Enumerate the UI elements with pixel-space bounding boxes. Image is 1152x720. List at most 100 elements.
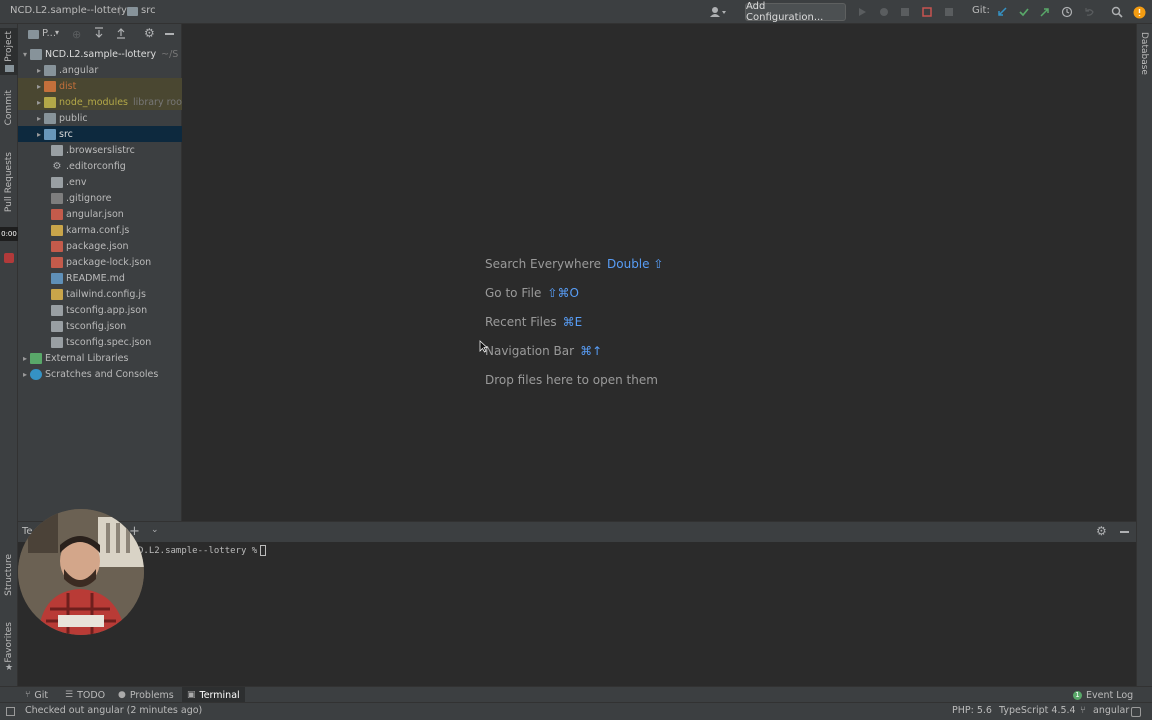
tab-event-log[interactable]: 1 Event Log (1068, 687, 1138, 703)
tree-item-browserslistrc[interactable]: .browserslistrc (18, 142, 182, 158)
breadcrumb-separator: | (118, 5, 122, 16)
rollback-icon[interactable] (1080, 3, 1098, 21)
chevron-right-icon[interactable]: ▸ (20, 370, 30, 379)
tree-item-tsconfig[interactable]: tsconfig.json (18, 318, 182, 334)
stop-icon[interactable] (940, 3, 958, 21)
status-message[interactable]: Checked out angular (2 minutes ago) (25, 705, 202, 716)
scratches-icon (30, 368, 42, 380)
tree-item-env[interactable]: .env (18, 174, 182, 190)
tree-item-external-libraries[interactable]: ▸ External Libraries (18, 350, 182, 366)
tab-structure[interactable]: Structure (0, 554, 18, 596)
chevron-right-icon[interactable]: ▸ (20, 354, 30, 363)
json-file-icon (51, 320, 63, 332)
folder-icon (127, 7, 138, 16)
profile-icon[interactable] (918, 3, 936, 21)
tree-root-item[interactable]: ▾ NCD.L2.sample--lottery ~/S (18, 46, 182, 62)
chevron-right-icon[interactable]: ▸ (34, 114, 44, 123)
tree-item-tailwind-config[interactable]: tailwind.config.js (18, 286, 182, 302)
search-icon[interactable] (1108, 3, 1126, 21)
tab-pull-requests[interactable]: Pull Requests (0, 152, 18, 212)
php-language-level[interactable]: PHP: 5.6 (952, 705, 992, 716)
tab-todo[interactable]: ☰ TODO (60, 687, 110, 703)
tab-problems[interactable]: ● Problems (113, 687, 179, 703)
tab-todo-label: TODO (77, 689, 106, 701)
library-icon (30, 352, 42, 364)
file-icon (51, 144, 63, 156)
tab-terminal[interactable]: ▣ Terminal (182, 687, 245, 703)
toggle-tool-windows-icon[interactable] (6, 707, 15, 716)
git-branch[interactable]: angular (1093, 705, 1129, 716)
coverage-icon[interactable] (896, 3, 914, 21)
project-tool-window: P... ▾ ⊕ ⚙ ▾ NCD.L2.sample--lottery ~/S … (18, 24, 182, 521)
npm-file-icon (51, 256, 63, 268)
tree-item-label: README.md (66, 272, 125, 284)
tab-project[interactable]: Project (0, 28, 18, 75)
tree-item-editorconfig[interactable]: ⚙ .editorconfig (18, 158, 182, 174)
breadcrumb-project[interactable]: NCD.L2.sample--lottery (10, 5, 127, 16)
breadcrumb-folder[interactable]: src (141, 5, 156, 16)
expand-all-icon[interactable] (94, 27, 104, 39)
git-update-icon[interactable] (993, 3, 1011, 21)
record-stop-icon[interactable] (4, 253, 14, 263)
tree-item-angular[interactable]: ▸ .angular (18, 62, 182, 78)
typescript-version[interactable]: TypeScript 4.5.4 (999, 705, 1076, 716)
tab-terminal-label: Terminal (199, 689, 240, 701)
tree-item-scratches[interactable]: ▸ Scratches and Consoles (18, 366, 182, 382)
webcam-presenter-image (18, 509, 144, 635)
chevron-down-icon[interactable]: ⌄ (151, 525, 159, 535)
lock-icon[interactable] (1131, 707, 1141, 717)
tree-item-package-lock[interactable]: package-lock.json (18, 254, 182, 270)
project-view-selector[interactable]: P... (42, 28, 56, 39)
tree-item-dist[interactable]: ▸ dist (18, 78, 182, 94)
hide-panel-icon[interactable] (165, 33, 174, 35)
editor-empty-state[interactable]: Search Everywhere Double ⇧ Go to File ⇧⌘O … (183, 24, 1136, 521)
tree-item-node-modules[interactable]: ▸ node_modules library root (18, 94, 182, 110)
run-icon[interactable] (853, 3, 871, 21)
git-push-icon[interactable] (1036, 3, 1054, 21)
library-folder-icon (44, 96, 56, 108)
chevron-right-icon[interactable]: ▸ (34, 98, 44, 107)
branch-icon: ⑂ (25, 690, 31, 700)
chevron-down-icon[interactable]: ▾ (20, 50, 30, 59)
git-commit-icon[interactable] (1015, 3, 1033, 21)
tree-item-src[interactable]: ▸ src (18, 126, 182, 142)
hint-shortcut: ⌘↑ (580, 344, 603, 358)
chevron-right-icon[interactable]: ▸ (34, 82, 44, 91)
mouse-cursor-icon (479, 340, 488, 353)
js-file-icon (51, 224, 63, 236)
hide-panel-icon[interactable] (1120, 531, 1129, 533)
gear-icon[interactable]: ⚙ (144, 26, 155, 40)
tree-item-package-json[interactable]: package.json (18, 238, 182, 254)
tab-database[interactable]: Database (1139, 32, 1149, 75)
user-menu-icon[interactable] (706, 3, 730, 21)
debug-icon[interactable] (875, 3, 893, 21)
tab-commit[interactable]: Commit (0, 90, 18, 125)
chevron-right-icon[interactable]: ▸ (34, 130, 44, 139)
add-configuration-button[interactable]: Add Configuration... (745, 1, 846, 23)
tree-item-readme[interactable]: README.md (18, 270, 182, 286)
history-icon[interactable] (1058, 3, 1076, 21)
folder-icon (44, 64, 56, 76)
tab-git[interactable]: ⑂ Git (20, 687, 53, 703)
collapse-all-icon[interactable] (116, 27, 126, 39)
tree-item-angular-json[interactable]: angular.json (18, 206, 182, 222)
gear-icon[interactable]: ⚙ (1096, 524, 1107, 538)
locate-icon[interactable]: ⊕ (72, 28, 81, 41)
npm-file-icon (51, 240, 63, 252)
tree-item-public[interactable]: ▸ public (18, 110, 182, 126)
tree-item-tsconfig-app[interactable]: tsconfig.app.json (18, 302, 182, 318)
problems-icon: ● (118, 690, 126, 700)
chevron-down-icon[interactable]: ▾ (55, 28, 59, 37)
tree-item-label: package-lock.json (66, 256, 152, 268)
tree-item-karma-conf[interactable]: karma.conf.js (18, 222, 182, 238)
tab-favorites[interactable]: Favorites ★ (0, 622, 18, 673)
chevron-right-icon[interactable]: ▸ (34, 66, 44, 75)
terminal-body[interactable]: D.L2.sample--lottery % (18, 542, 1136, 686)
terminal-prompt[interactable]: D.L2.sample--lottery % (138, 545, 267, 556)
tree-item-label: karma.conf.js (66, 224, 130, 236)
hint-go-to-file: Go to File ⇧⌘O (485, 286, 579, 300)
tree-item-label: public (59, 112, 88, 124)
tree-item-gitignore[interactable]: .gitignore (18, 190, 182, 206)
tree-item-tsconfig-spec[interactable]: tsconfig.spec.json (18, 334, 182, 350)
ide-update-icon[interactable] (1130, 3, 1148, 21)
